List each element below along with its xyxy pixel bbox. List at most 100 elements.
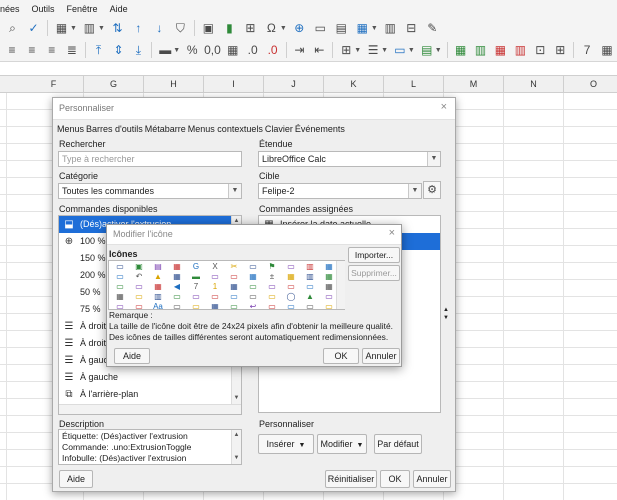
icon-choice[interactable]: ▭	[282, 282, 300, 292]
align-middle-icon[interactable]: ⇕	[111, 42, 127, 59]
icon-choice[interactable]: ▭	[225, 292, 243, 302]
icon-choice[interactable]: ▥	[301, 262, 319, 272]
freeze-rows-icon[interactable]: ▥	[382, 20, 399, 37]
chevron-down-icon[interactable]: ▼	[173, 47, 180, 54]
sort-descending-icon[interactable]: ↓	[151, 20, 168, 37]
horizontal-scrollbar[interactable]	[59, 404, 241, 414]
help-button[interactable]: Aide	[114, 348, 150, 364]
menu-tools[interactable]: Outils	[26, 4, 61, 14]
border-style-icon[interactable]: ☰	[365, 42, 381, 59]
icon-choice[interactable]: ▭	[263, 302, 281, 309]
icon-choice[interactable]: ▭	[111, 262, 129, 272]
icon-choice[interactable]: X	[206, 262, 224, 272]
icon-choice[interactable]: ▭	[263, 292, 281, 302]
ok-button[interactable]: OK	[323, 348, 359, 364]
column-header[interactable]: O	[564, 76, 617, 93]
chevron-down-icon[interactable]: ▼	[228, 184, 241, 198]
icon-choice[interactable]: ▦	[111, 292, 129, 302]
icon-choice[interactable]: ▭	[111, 302, 129, 309]
icon-choice[interactable]: ▦	[225, 282, 243, 292]
delete-decimal-icon[interactable]: .0	[265, 42, 281, 59]
close-icon[interactable]: ×	[441, 101, 447, 113]
sort-ascending-icon[interactable]: ↑	[130, 20, 147, 37]
column-header[interactable]: F	[24, 76, 84, 93]
chevron-down-icon[interactable]: ▼	[381, 47, 388, 54]
scrollbar[interactable]	[336, 261, 345, 309]
import-button[interactable]: Importer...	[348, 247, 400, 263]
icon-choice[interactable]: ▤	[149, 262, 167, 272]
icon-choice[interactable]: ▭	[130, 282, 148, 292]
icon-choice[interactable]: ▭	[263, 282, 281, 292]
align-top-icon[interactable]: ⤒	[91, 42, 107, 59]
icon-choice[interactable]: ▭	[225, 272, 243, 282]
icon-choice[interactable]: ▭	[301, 302, 319, 309]
icon-choice[interactable]: ▥	[149, 292, 167, 302]
icon-choice[interactable]: ▭	[130, 302, 148, 309]
unmerge-cells-icon[interactable]: ⊞	[552, 42, 568, 59]
scroll-down-icon[interactable]: ▼	[232, 454, 241, 463]
icon-choice[interactable]: ▦	[149, 282, 167, 292]
move-down-icon[interactable]: ▼	[442, 314, 450, 322]
chevron-down-icon[interactable]: ▼	[98, 25, 105, 32]
icon-choice[interactable]: ▭	[244, 282, 262, 292]
icon-choice[interactable]: ▭	[187, 302, 205, 309]
number-format-icon[interactable]: 0,0	[204, 42, 221, 59]
percent-format-icon[interactable]: %	[184, 42, 200, 59]
define-print-area-icon[interactable]: ▦	[354, 20, 371, 37]
conditional-format-icon[interactable]: ▤	[419, 42, 435, 59]
delete-button[interactable]: Supprimer...	[348, 265, 400, 281]
icon-choice[interactable]: ⚑	[263, 262, 281, 272]
icon-choice[interactable]: ▲	[301, 292, 319, 302]
scroll-down-icon[interactable]: ▼	[232, 394, 241, 403]
column-icon[interactable]: ▥	[81, 20, 98, 37]
decrease-indent-icon[interactable]: ⇤	[311, 42, 327, 59]
move-up-icon[interactable]: ▲	[442, 306, 450, 314]
modify-button[interactable]: Modifier ▼	[317, 434, 367, 454]
icon-choice[interactable]: ▬	[187, 272, 205, 282]
move-up-down-arrows[interactable]: ▲ ▼	[442, 306, 450, 322]
tab-context-menus[interactable]: Menus contextuels	[188, 124, 263, 134]
currency-format-icon[interactable]: ▬	[157, 42, 173, 59]
icon-choice[interactable]: Aa	[149, 302, 167, 309]
insert-button[interactable]: Insérer ▼	[258, 434, 314, 454]
icon-choice[interactable]: ▦	[168, 272, 186, 282]
icon-choice[interactable]: ▭	[301, 282, 319, 292]
chevron-down-icon[interactable]: ▼	[70, 25, 77, 32]
list-item[interactable]: ⧉ À l'arrière-plan	[59, 386, 241, 403]
icon-choice[interactable]: ▦	[282, 272, 300, 282]
pivot-table-icon[interactable]: ⊞	[242, 20, 259, 37]
chevron-down-icon[interactable]: ▼	[427, 152, 440, 166]
tab-events[interactable]: Événements	[295, 124, 345, 134]
special-character-icon[interactable]: Ω	[263, 20, 280, 37]
close-icon[interactable]: ×	[389, 227, 395, 239]
custom-icon-7[interactable]: 7	[579, 42, 595, 59]
icon-choice[interactable]: ▭	[206, 272, 224, 282]
cancel-button[interactable]: Annuler	[413, 470, 451, 488]
align-right-icon[interactable]: ≡	[44, 42, 60, 59]
insert-columns-icon[interactable]: ▥	[473, 42, 489, 59]
icon-choice[interactable]: ▭	[111, 282, 129, 292]
column-header[interactable]: N	[504, 76, 564, 93]
delete-rows-icon[interactable]: ▦	[493, 42, 509, 59]
icon-choice[interactable]: G	[187, 262, 205, 272]
align-bottom-icon[interactable]: ⤓	[130, 42, 146, 59]
column-header[interactable]: J	[264, 76, 324, 93]
row-icon[interactable]: ▦	[53, 20, 70, 37]
gear-icon[interactable]: ⚙	[423, 181, 441, 199]
icon-choice[interactable]: ▦	[244, 272, 262, 282]
chevron-down-icon[interactable]: ▼	[371, 25, 378, 32]
cancel-button[interactable]: Annuler	[362, 348, 400, 364]
chevron-down-icon[interactable]: ▼	[280, 25, 287, 32]
add-decimal-icon[interactable]: .0	[245, 42, 261, 59]
justify-icon[interactable]: ≣	[64, 42, 80, 59]
chart-icon[interactable]: ▮	[221, 20, 238, 37]
help-button[interactable]: Aide	[59, 470, 93, 488]
icon-choice[interactable]: ▦	[206, 302, 224, 309]
icon-choice[interactable]: ▭	[168, 292, 186, 302]
comment-icon[interactable]: ▭	[312, 20, 329, 37]
chevron-down-icon[interactable]: ▼	[435, 47, 442, 54]
menu-help[interactable]: Aide	[104, 4, 134, 14]
custom-icon-grid[interactable]: ▦	[599, 42, 615, 59]
chevron-down-icon[interactable]: ▼	[354, 47, 361, 54]
column-header[interactable]: G	[84, 76, 144, 93]
